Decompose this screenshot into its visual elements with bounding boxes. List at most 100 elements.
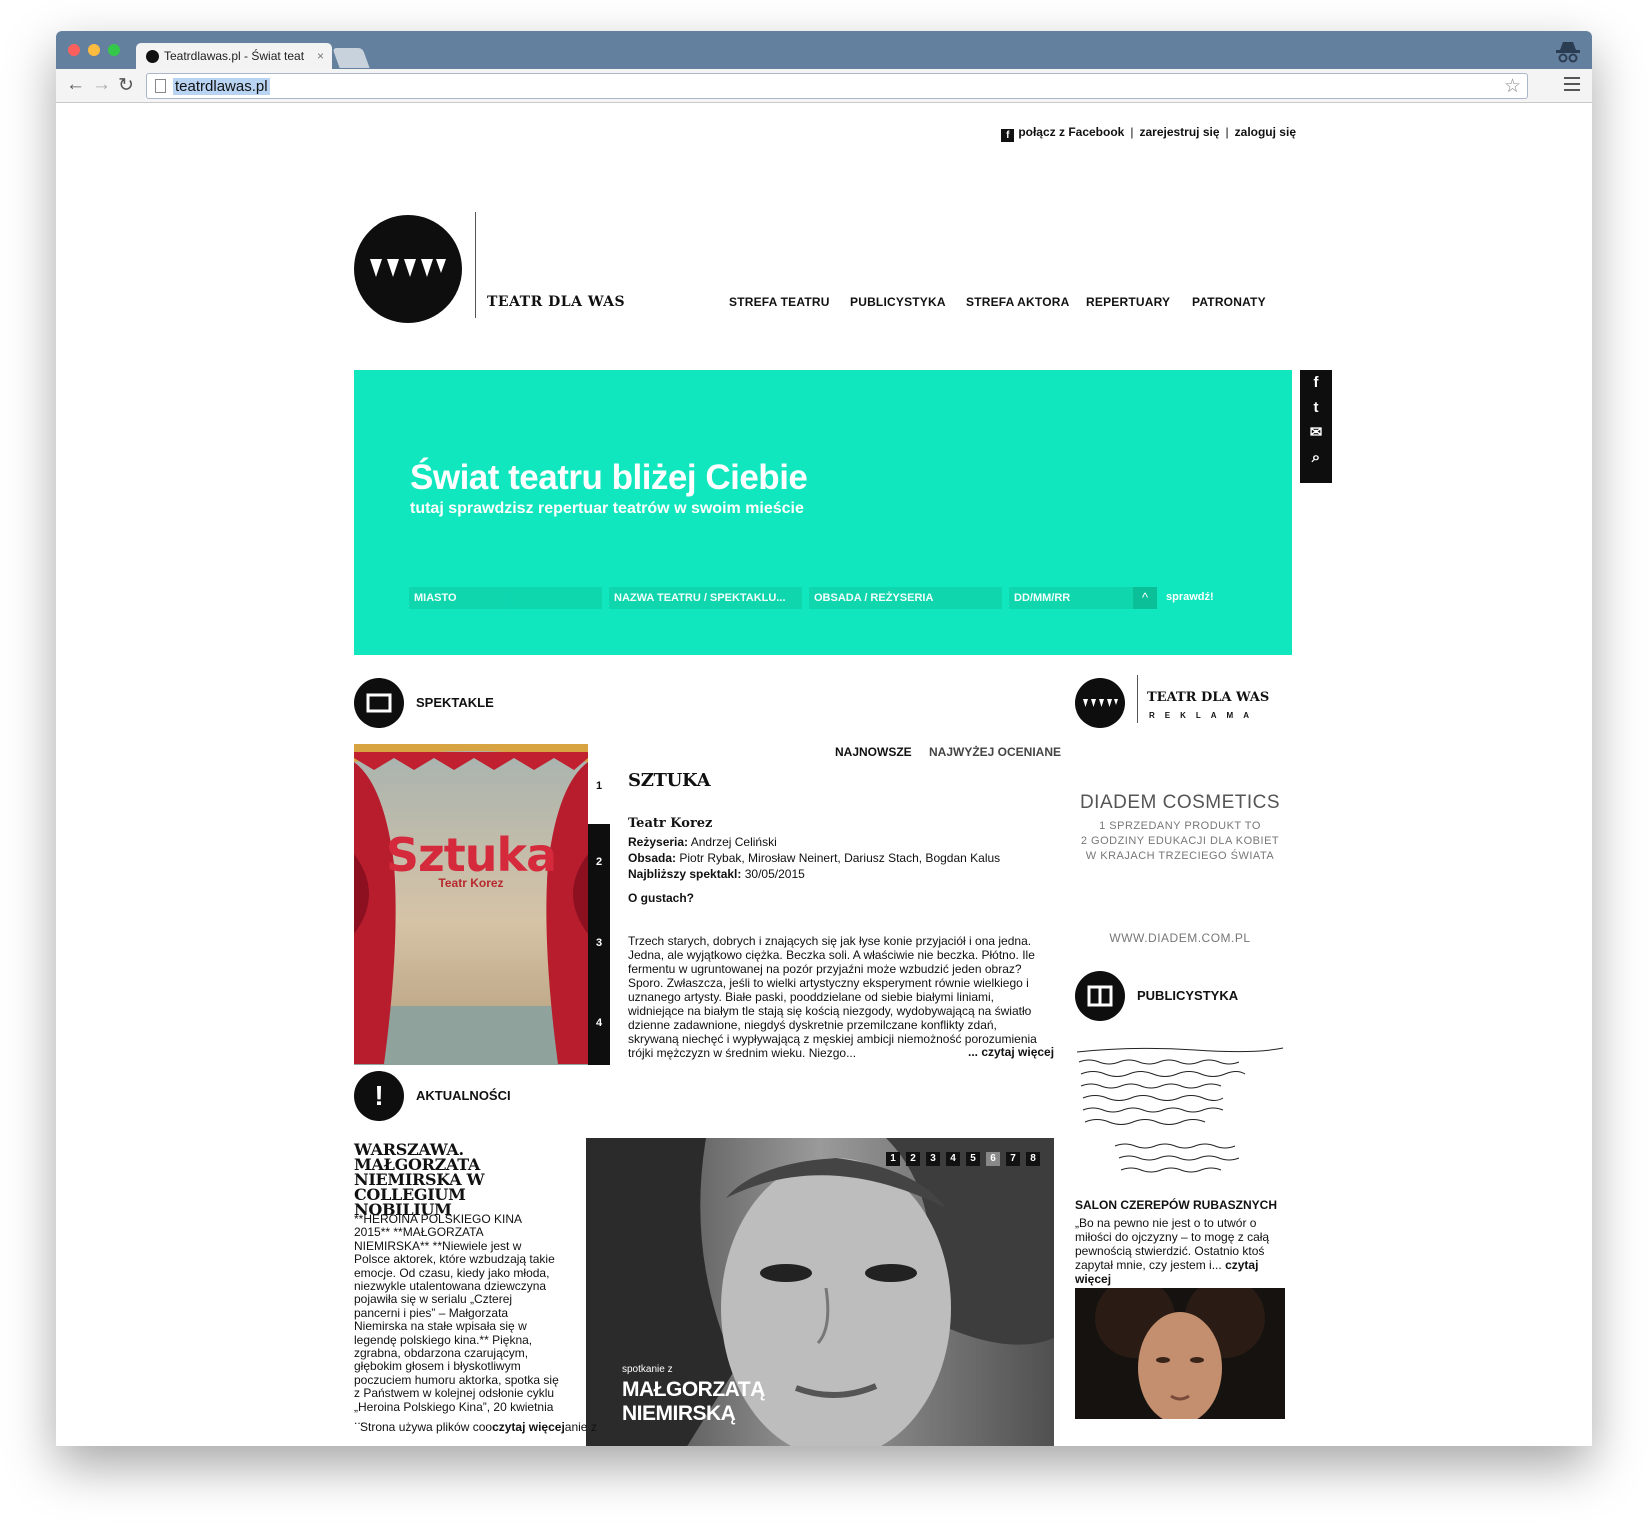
- show-description: Trzech starych, dobrych i znających się …: [628, 934, 1037, 1060]
- check-button[interactable]: sprawdź!: [1166, 591, 1214, 603]
- reload-icon[interactable]: ↻: [118, 74, 134, 97]
- back-icon[interactable]: ←: [66, 74, 85, 96]
- browser-tab[interactable]: Teatrdlawas.pl - Świat teat ×: [136, 43, 332, 70]
- article-title[interactable]: SALON CZEREPÓW RUBASZNYCH: [1075, 1198, 1277, 1212]
- slide-caption-line: MAŁGORZATĄ: [622, 1378, 765, 1401]
- brand-name[interactable]: TEATR DLA WAS: [487, 294, 625, 310]
- cookie-notice: Strona używa plików cooczytaj więcejanie…: [360, 1420, 597, 1434]
- hero-banner: Świat teatru bliżej Ciebie tutaj sprawdz…: [354, 370, 1292, 655]
- news-icon: !: [354, 1071, 404, 1121]
- ad-logo-icon: [1075, 678, 1125, 728]
- show-number-1[interactable]: 1: [588, 780, 610, 792]
- show-number-2[interactable]: 2: [588, 856, 610, 868]
- nav-strefa-teatru[interactable]: STREFA TEATRU: [729, 295, 830, 309]
- author-photo[interactable]: [1075, 1288, 1285, 1419]
- close-window-button[interactable]: [68, 44, 80, 56]
- slide-4-button[interactable]: 4: [946, 1152, 960, 1166]
- director-value: Andrzej Celiński: [690, 835, 777, 849]
- search-icon[interactable]: ⌕: [1300, 445, 1332, 470]
- next-date-label: Najbliższy spektakl:: [628, 867, 742, 881]
- show-director: Reżyseria: Andrzej Celiński: [628, 834, 777, 850]
- ad-headline[interactable]: DIADEM COSMETICS: [1075, 792, 1285, 814]
- new-tab-button[interactable]: [332, 48, 370, 68]
- news-heading[interactable]: AKTUALNOŚCI: [416, 1088, 511, 1103]
- logo-icon[interactable]: [354, 215, 462, 323]
- maximize-window-button[interactable]: [108, 44, 120, 56]
- spektakle-heading[interactable]: SPEKTAKLE: [416, 695, 494, 710]
- ad-url-link[interactable]: WWW.DIADEM.COM.PL: [1075, 931, 1285, 945]
- twitter-share-icon[interactable]: t: [1300, 395, 1332, 420]
- cookie-read-more-link[interactable]: czytaj więcej: [492, 1420, 565, 1434]
- nav-strefa-aktora[interactable]: STREFA AKTORA: [966, 295, 1070, 309]
- minimize-window-button[interactable]: [88, 44, 100, 56]
- publicystyka-heading[interactable]: PUBLICYSTYKA: [1137, 988, 1238, 1003]
- facebook-share-icon[interactable]: f: [1300, 370, 1332, 395]
- poster-venue: Teatr Korez: [438, 876, 504, 890]
- logo-divider: [475, 212, 476, 318]
- cast-input[interactable]: OBSADA / REŻYSERIA: [809, 587, 1002, 609]
- nav-patronaty[interactable]: PATRONATY: [1192, 295, 1266, 309]
- address-bar[interactable]: teatrdlawas.pl ☆: [146, 73, 1528, 99]
- next-date-value: 30/05/2015: [744, 867, 805, 881]
- show-next-date: Najbliższy spektakl: 30/05/2015: [628, 866, 805, 882]
- spektakle-icon: [354, 678, 404, 728]
- slide-7-button[interactable]: 7: [1006, 1152, 1020, 1166]
- article-excerpt: „Bo na pewno nie jest o to utwór o miłoś…: [1075, 1216, 1289, 1286]
- news-slider[interactable]: 12345678 spotkanie z MAŁGORZATĄ NIEMIRSK…: [586, 1138, 1054, 1446]
- facebook-connect-link[interactable]: połącz z Facebook: [1018, 125, 1124, 139]
- cast-value: Piotr Rybak, Mirosław Neinert, Dariusz S…: [679, 851, 1001, 865]
- page-icon: [155, 79, 166, 93]
- show-poster[interactable]: Sztuka Teatr Korez: [354, 744, 588, 1065]
- slide-caption: MAŁGORZATĄ NIEMIRSKĄ: [622, 1378, 765, 1426]
- ad-line: 1 SPRZEDANY PRODUKT TO: [1099, 820, 1261, 832]
- slide-2-button[interactable]: 2: [906, 1152, 920, 1166]
- forward-icon[interactable]: →: [92, 74, 111, 96]
- theatre-input[interactable]: NAZWA TEATRU / SPEKTAKLU...: [609, 587, 802, 609]
- slide-5-button[interactable]: 5: [966, 1152, 980, 1166]
- show-read-more-link[interactable]: ... czytaj więcej: [968, 1045, 1054, 1059]
- show-number-3[interactable]: 3: [588, 937, 610, 949]
- poster-title: Sztuka: [385, 828, 557, 882]
- publicystyka-icon: [1075, 971, 1125, 1021]
- cookie-text: Strona używa plików coo: [360, 1420, 493, 1434]
- tab-close-icon[interactable]: ×: [317, 43, 324, 70]
- menu-icon[interactable]: [1564, 77, 1580, 91]
- slide-6-button[interactable]: 6: [986, 1152, 1000, 1166]
- register-link[interactable]: zarejestruj się: [1139, 125, 1219, 139]
- slide-1-button[interactable]: 1: [886, 1152, 900, 1166]
- account-links: f połącz z Facebook | zarejestruj się | zalog…: [1001, 125, 1296, 142]
- news-title[interactable]: WARSZAWA. MAŁGORZATA NIEMIRSKA W COLLEGI…: [354, 1142, 564, 1218]
- poster-number-column: 1 2 3 4: [588, 744, 610, 1065]
- show-cast: Obsada: Piotr Rybak, Mirosław Neinert, D…: [628, 850, 1000, 866]
- hero-subtitle: tutaj sprawdzisz repertuar teatrów w swo…: [410, 500, 804, 517]
- separator: |: [1225, 125, 1229, 139]
- manuscript-image[interactable]: [1075, 1042, 1285, 1182]
- login-link[interactable]: zaloguj się: [1235, 125, 1296, 139]
- slide-3-button[interactable]: 3: [926, 1152, 940, 1166]
- address-url[interactable]: teatrdlawas.pl: [173, 78, 270, 95]
- ad-label: REKLAMA: [1149, 711, 1259, 720]
- browser-window: Teatrdlawas.pl - Świat teat × ← → ↻ teat…: [56, 31, 1592, 1446]
- nav-publicystyka[interactable]: PUBLICYSTYKA: [850, 295, 946, 309]
- sort-newest-tab[interactable]: NAJNOWSZE: [835, 745, 912, 759]
- tab-title: Teatrdlawas.pl - Świat teat: [164, 49, 305, 63]
- ad-line: W KRAJACH TRZECIEGO ŚWIATA: [1085, 850, 1275, 862]
- cookie-text-end: anie z: [564, 1420, 597, 1434]
- bookmark-star-icon[interactable]: ☆: [1504, 75, 1521, 98]
- director-label: Reżyseria:: [628, 835, 689, 849]
- date-input[interactable]: DD/MM/RR: [1009, 587, 1133, 609]
- city-input[interactable]: MIASTO: [409, 587, 602, 609]
- news-excerpt: **HEROINA POLSKIEGO KINA 2015** **MAŁGOR…: [354, 1212, 559, 1428]
- show-title[interactable]: SZTUKA: [628, 770, 711, 791]
- show-tagline: O gustach?: [628, 891, 695, 905]
- exclamation-icon: !: [374, 1080, 384, 1111]
- incognito-icon: [1556, 42, 1580, 63]
- nav-repertuary[interactable]: REPERTUARY: [1086, 295, 1170, 309]
- cast-label: Obsada:: [628, 851, 677, 865]
- slide-8-button[interactable]: 8: [1026, 1152, 1040, 1166]
- show-number-4[interactable]: 4: [588, 1017, 610, 1029]
- sort-top-rated-tab[interactable]: NAJWYŻEJ OCENIANE: [929, 745, 1061, 759]
- email-share-icon[interactable]: ✉: [1300, 420, 1332, 445]
- favicon-icon: [146, 50, 159, 63]
- chevron-up-icon[interactable]: ^: [1133, 587, 1157, 609]
